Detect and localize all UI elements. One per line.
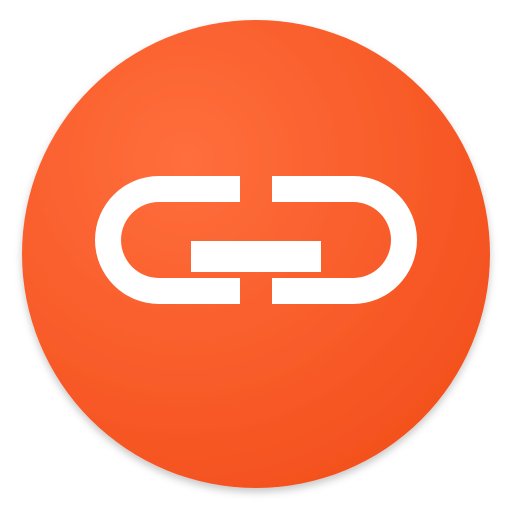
app-icon-graphic [22, 20, 490, 488]
app-icon [0, 0, 512, 512]
link-center-bar [191, 241, 321, 272]
